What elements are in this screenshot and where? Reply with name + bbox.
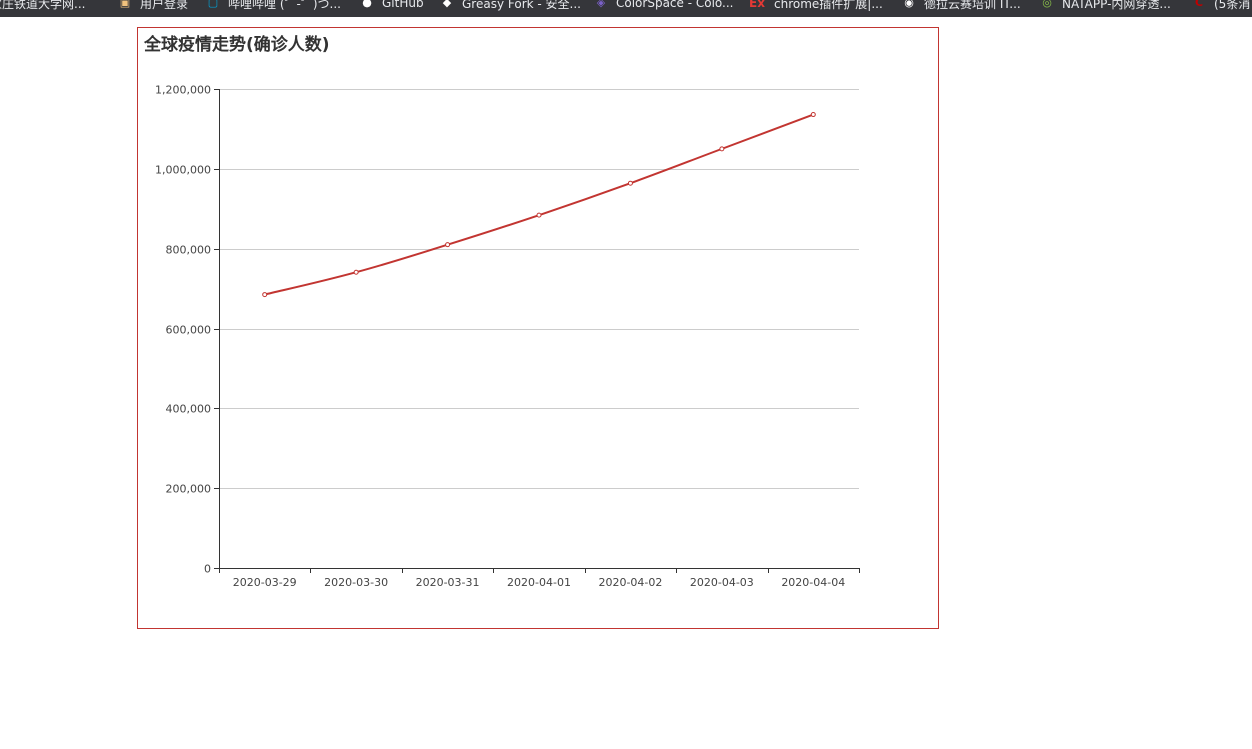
bookmark-label: GitHub: [382, 0, 424, 10]
greasyfork-icon: ◆: [442, 0, 452, 9]
bookmark-item[interactable]: ◎ NATAPP-内网穿透...: [1040, 0, 1171, 11]
bookmark-label: Greasy Fork - 安全...: [462, 0, 581, 11]
bookmark-item[interactable]: Ex chrome插件扩展|...: [748, 0, 883, 11]
x-tick-label: 2020-04-02: [598, 576, 662, 589]
github-icon: ●: [362, 0, 372, 9]
data-point: [719, 146, 725, 152]
series-line: [264, 113, 814, 296]
bookmark-item[interactable]: ▣ 用户登录: [118, 0, 188, 11]
bookmarks-bar: 家庄铁道大学网... ▣ 用户登录 ▢ 哔哩哔哩 (゜-゜)つ... ● GitHub ◆ Gr…: [0, 0, 1252, 17]
x-tick-label: 2020-03-31: [416, 576, 480, 589]
natapp-icon: ◎: [1042, 0, 1052, 9]
y-tick-label: 200,000: [166, 483, 212, 496]
data-point: [262, 292, 268, 298]
bookmark-label: 哔哩哔哩 (゜-゜)つ...: [228, 0, 341, 11]
data-point: [627, 180, 633, 186]
x-tick-label: 2020-04-03: [690, 576, 754, 589]
csdn-icon: C: [1194, 0, 1204, 9]
y-tick-label: 1,200,000: [155, 84, 211, 97]
x-tick-label: 2020-03-29: [233, 576, 297, 589]
bookmark-label: chrome插件扩展|...: [774, 0, 883, 11]
bookmark-item[interactable]: 家庄铁道大学网...: [0, 0, 85, 11]
line-chart: 0 200,000 400,000 600,000 800,000 1,000,000 1,…: [155, 84, 860, 589]
y-tick-label: 600,000: [166, 324, 212, 337]
data-point: [810, 112, 816, 118]
globe-icon: ◉: [904, 0, 914, 9]
ex-icon: Ex: [749, 0, 765, 10]
y-tick-label: 0: [204, 563, 211, 576]
chart-container: 全球疫情走势(确诊人数) 0 200,000 400,000 600,000 800,0…: [137, 27, 939, 629]
bookmark-label: ColorSpace - Colo...: [616, 0, 734, 10]
data-point: [353, 269, 359, 275]
bookmark-item[interactable]: ▢ 哔哩哔哩 (゜-゜)つ...: [206, 0, 341, 11]
bookmark-label: NATAPP-内网穿透...: [1062, 0, 1171, 11]
data-point: [445, 242, 451, 248]
bookmark-item[interactable]: ◈ ColorSpace - Colo...: [594, 0, 734, 11]
colorspace-icon: ◈: [596, 0, 606, 9]
x-tick-label: 2020-04-01: [507, 576, 571, 589]
data-point: [536, 212, 542, 218]
bookmark-label: 德拉云赛培训 IT...: [924, 0, 1021, 11]
x-tick-label: 2020-04-04: [781, 576, 845, 589]
bookmark-label: (5条消: [1214, 0, 1251, 11]
bookmark-label: 用户登录: [140, 0, 189, 11]
bookmark-item[interactable]: ● GitHub: [360, 0, 424, 11]
bookmark-label: 家庄铁道大学网...: [0, 0, 86, 11]
y-tick-label: 800,000: [166, 244, 212, 257]
y-tick-label: 400,000: [166, 403, 212, 416]
x-tick-label: 2020-03-30: [324, 576, 388, 589]
bookmark-item[interactable]: ◆ Greasy Fork - 安全...: [440, 0, 581, 11]
bookmark-item[interactable]: ◉ 德拉云赛培训 IT...: [902, 0, 1021, 11]
image-icon: ▣: [119, 0, 131, 9]
bookmark-item[interactable]: C (5条消: [1192, 0, 1250, 11]
bilibili-icon: ▢: [207, 0, 219, 9]
y-tick-label: 1,000,000: [155, 164, 211, 177]
